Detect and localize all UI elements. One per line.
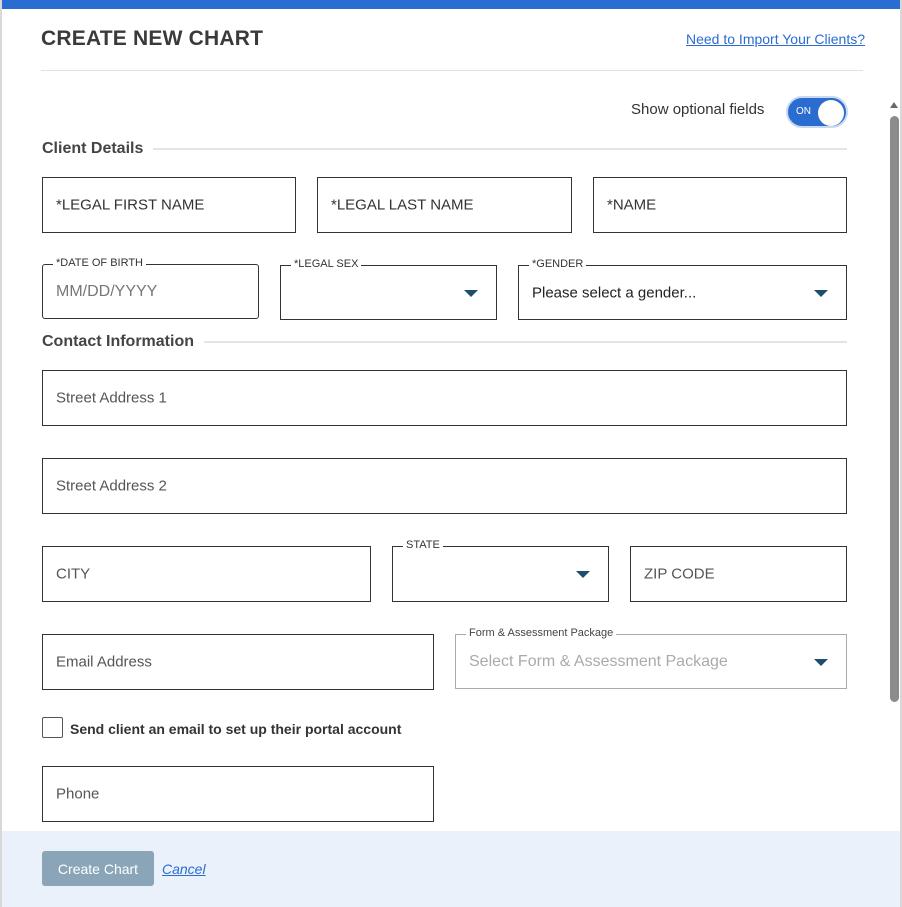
client-details-divider xyxy=(42,148,847,150)
create-chart-button[interactable]: Create Chart xyxy=(42,851,154,886)
legal-last-name-field[interactable]: *LEGAL LAST NAME xyxy=(317,177,572,233)
legal-first-name-placeholder: *LEGAL FIRST NAME xyxy=(56,196,205,214)
window-border-left xyxy=(0,0,2,907)
street-address-1-field[interactable]: Street Address 1 xyxy=(42,370,847,426)
date-of-birth-label: *DATE OF BIRTH xyxy=(53,257,146,269)
gender-label: *GENDER xyxy=(529,258,587,270)
legal-first-name-field[interactable]: *LEGAL FIRST NAME xyxy=(42,177,296,233)
phone-placeholder: Phone xyxy=(56,785,100,803)
date-of-birth-field[interactable]: *DATE OF BIRTH MM/DD/YYYY xyxy=(42,257,259,319)
scroll-up-arrow-icon[interactable] xyxy=(890,102,898,108)
legal-sex-label: *LEGAL SEX xyxy=(291,258,362,270)
optional-fields-toggle[interactable]: ON xyxy=(786,96,848,128)
cancel-link[interactable]: Cancel xyxy=(162,861,206,877)
name-placeholder: *NAME xyxy=(607,196,657,214)
contact-information-heading: Contact Information xyxy=(42,333,204,351)
state-select[interactable]: STATE xyxy=(392,539,609,602)
optional-fields-label: Show optional fields xyxy=(631,101,765,118)
legal-last-name-placeholder: *LEGAL LAST NAME xyxy=(331,196,474,214)
form-assessment-package-placeholder: Select Form & Assessment Package xyxy=(469,652,728,670)
top-accent-bar xyxy=(0,0,902,9)
gender-select[interactable]: *GENDER Please select a gender... xyxy=(518,258,847,320)
zip-code-placeholder: ZIP CODE xyxy=(644,565,715,583)
email-address-placeholder: Email Address xyxy=(56,653,152,671)
form-assessment-package-label: Form & Assessment Package xyxy=(466,627,617,639)
email-address-field[interactable]: Email Address xyxy=(42,634,434,690)
chevron-down-icon xyxy=(814,289,828,297)
toggle-state-text: ON xyxy=(796,106,811,117)
state-label: STATE xyxy=(403,539,443,551)
scrollbar-thumb[interactable] xyxy=(890,116,899,702)
name-field[interactable]: *NAME xyxy=(593,177,847,233)
street-address-2-placeholder: Street Address 2 xyxy=(56,477,167,495)
city-field[interactable]: CITY xyxy=(42,546,371,602)
street-address-2-field[interactable]: Street Address 2 xyxy=(42,458,847,514)
toggle-knob xyxy=(818,100,844,126)
phone-field[interactable]: Phone xyxy=(42,766,434,822)
city-placeholder: CITY xyxy=(56,565,91,583)
portal-account-checkbox[interactable] xyxy=(42,717,63,738)
zip-code-field[interactable]: ZIP CODE xyxy=(630,546,847,602)
form-assessment-package-select[interactable]: Form & Assessment Package Select Form & … xyxy=(455,627,847,689)
header-divider xyxy=(41,70,863,71)
street-address-1-placeholder: Street Address 1 xyxy=(56,389,167,407)
chevron-down-icon xyxy=(464,289,478,297)
date-of-birth-placeholder: MM/DD/YYYY xyxy=(56,282,158,300)
gender-value: Please select a gender... xyxy=(532,284,697,301)
client-details-heading: Client Details xyxy=(42,140,154,158)
legal-sex-select[interactable]: *LEGAL SEX xyxy=(280,258,497,320)
page-title: CREATE NEW CHART xyxy=(41,27,264,50)
chevron-down-icon xyxy=(576,571,590,578)
import-clients-link[interactable]: Need to Import Your Clients? xyxy=(686,31,865,47)
chevron-down-icon xyxy=(814,658,828,666)
portal-account-checkbox-label: Send client an email to set up their por… xyxy=(70,721,402,737)
footer-bar: Create Chart Cancel xyxy=(2,831,900,907)
